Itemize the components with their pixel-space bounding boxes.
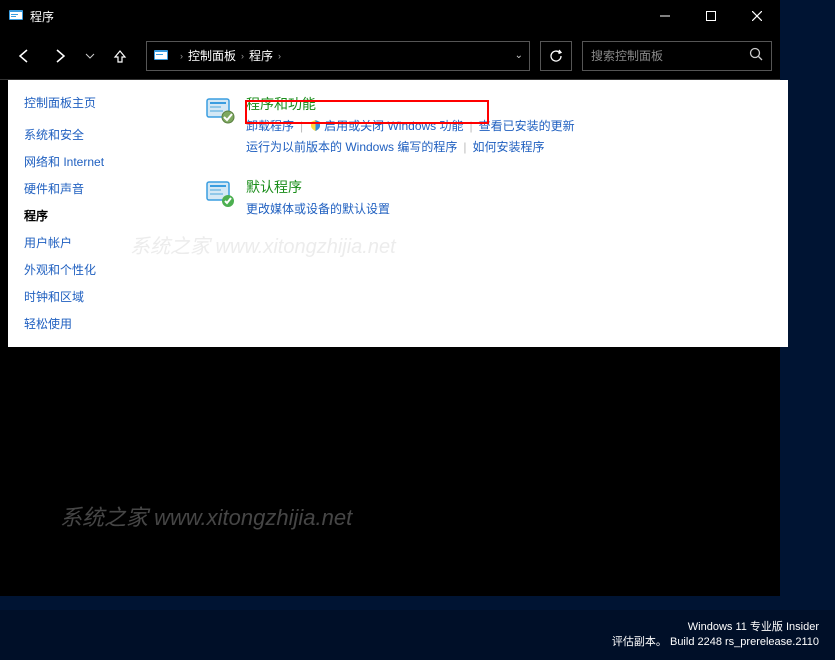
taskbar: Windows 11 专业版 Insider 评估副本。 Build 2248 … xyxy=(0,610,835,660)
titlebar: 程序 xyxy=(0,0,780,32)
task-link[interactable]: 更改媒体或设备的默认设置 xyxy=(246,202,390,216)
shield-icon xyxy=(309,119,322,138)
link-separator: | xyxy=(463,140,466,154)
recent-dropdown[interactable] xyxy=(80,40,100,72)
taskbar-line1: Windows 11 专业版 Insider xyxy=(612,620,819,635)
sidebar-item[interactable]: 系统和安全 xyxy=(24,121,188,148)
sidebar-item[interactable]: 硬件和声音 xyxy=(24,175,188,202)
sidebar-item[interactable]: 网络和 Internet xyxy=(24,148,188,175)
task-link[interactable]: 如何安装程序 xyxy=(472,140,544,154)
back-button[interactable] xyxy=(8,40,40,72)
programs-icon xyxy=(204,94,236,126)
link-separator: | xyxy=(300,119,303,133)
link-row: 卸载程序 | 启用或关闭 Windows 功能 | 查看已安装的更新 xyxy=(246,117,774,138)
close-button[interactable] xyxy=(734,0,780,32)
refresh-button[interactable] xyxy=(540,41,572,71)
breadcrumb-sep-icon: › xyxy=(180,51,183,61)
address-icon xyxy=(153,48,169,64)
main-panel: 程序和功能卸载程序|启用或关闭 Windows 功能|查看已安装的更新运行为以前… xyxy=(198,80,788,347)
maximize-button[interactable] xyxy=(688,0,734,32)
sidebar-item[interactable]: 轻松使用 xyxy=(24,310,188,337)
task-link[interactable]: 卸载程序 xyxy=(246,119,294,133)
category-title[interactable]: 程序和功能 xyxy=(246,94,774,114)
sidebar-item[interactable]: 时钟和区域 xyxy=(24,283,188,310)
breadcrumb-item[interactable]: 控制面板 xyxy=(188,47,236,64)
task-link[interactable]: 启用或关闭 Windows 功能 xyxy=(324,119,463,133)
search-input[interactable]: 搜索控制面板 xyxy=(582,41,772,71)
sidebar-item[interactable]: 用户帐户 xyxy=(24,229,188,256)
minimize-button[interactable] xyxy=(642,0,688,32)
window-controls xyxy=(642,0,780,32)
task-link[interactable]: 运行为以前版本的 Windows 编写的程序 xyxy=(246,140,457,154)
sidebar-home-link[interactable]: 控制面板主页 xyxy=(24,94,188,111)
sidebar-item[interactable]: 程序 xyxy=(24,202,188,229)
content-area: 控制面板主页 系统和安全网络和 Internet硬件和声音程序用户帐户外观和个性… xyxy=(8,80,788,347)
address-bar[interactable]: › 控制面板 › 程序 › ⌄ xyxy=(146,41,530,71)
task-link[interactable]: 查看已安装的更新 xyxy=(479,119,575,133)
category-group: 默认程序更改媒体或设备的默认设置 xyxy=(204,177,774,219)
sidebar: 控制面板主页 系统和安全网络和 Internet硬件和声音程序用户帐户外观和个性… xyxy=(8,80,198,347)
address-dropdown-icon[interactable]: ⌄ xyxy=(515,50,523,61)
up-button[interactable] xyxy=(104,40,136,72)
forward-button[interactable] xyxy=(44,40,76,72)
taskbar-line2: 评估副本。 Build 2248 rs_prerelease.2110 xyxy=(612,635,819,650)
breadcrumb-sep-icon: › xyxy=(241,51,244,61)
breadcrumb-item[interactable]: 程序 xyxy=(249,47,273,64)
breadcrumb-sep-icon: › xyxy=(278,51,281,61)
link-separator: | xyxy=(470,119,473,133)
category-group: 程序和功能卸载程序|启用或关闭 Windows 功能|查看已安装的更新运行为以前… xyxy=(204,94,774,157)
navbar: › 控制面板 › 程序 › ⌄ 搜索控制面板 xyxy=(0,32,780,80)
link-row: 运行为以前版本的 Windows 编写的程序 | 如何安装程序 xyxy=(246,138,774,157)
search-icon xyxy=(749,47,763,64)
sidebar-item[interactable]: 外观和个性化 xyxy=(24,256,188,283)
link-row: 更改媒体或设备的默认设置 xyxy=(246,200,774,219)
search-placeholder: 搜索控制面板 xyxy=(591,47,663,64)
category-title[interactable]: 默认程序 xyxy=(246,177,774,197)
control-panel-window: 程序 › 控 xyxy=(0,0,780,596)
defaults-icon xyxy=(204,177,236,209)
window-icon xyxy=(8,8,24,24)
window-title: 程序 xyxy=(30,8,642,25)
